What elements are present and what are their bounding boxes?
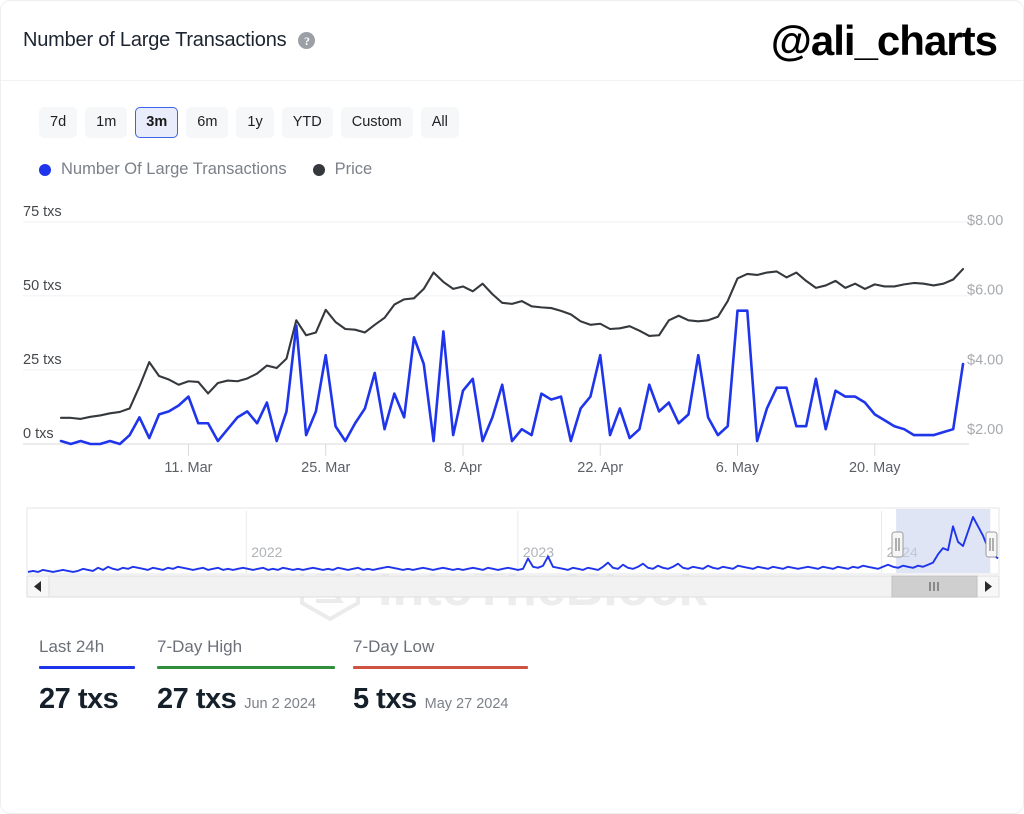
x-axis-tick-label: 11. Mar <box>164 460 212 476</box>
range-button-1y[interactable]: 1y <box>236 107 274 138</box>
card-header: Number of Large Transactions ? @ali_char… <box>1 1 1023 81</box>
stat-rule-7day-high <box>157 666 335 669</box>
stat-value-7day-low: 5 txs <box>353 683 417 715</box>
stat-value-row-7day-high: 27 txs Jun 2 2024 <box>157 683 353 716</box>
x-axis-tick-label: 22. Apr <box>577 460 623 476</box>
range-button-6m[interactable]: 6m <box>186 107 229 138</box>
stat-rule-last-24h <box>39 666 135 669</box>
legend-label-price: Price <box>334 160 373 178</box>
range-button-custom[interactable]: Custom <box>340 107 413 138</box>
range-button-7d[interactable]: 7d <box>39 107 78 138</box>
range-button-ytd[interactable]: YTD <box>281 107 333 138</box>
y-axis-right-tick-label: $6.00 <box>967 283 1003 299</box>
y-axis-right-tick-label: $4.00 <box>967 352 1003 368</box>
range-selector: 7d 1m 3m 6m 1y YTD Custom All <box>1 81 1023 138</box>
x-axis-tick-label: 8. Apr <box>444 460 482 476</box>
stat-label-7day-high: 7-Day High <box>157 637 243 656</box>
y-axis-right-labels: $2.00 $4.00 $6.00 $8.00 <box>967 213 1003 438</box>
navigator-background <box>26 507 1000 575</box>
navigator-year-label: 2022 <box>251 544 282 560</box>
legend-item-transactions[interactable]: Number Of Large Transactions <box>39 160 287 179</box>
stat-value-last-24h: 27 txs <box>39 683 119 715</box>
transactions-line <box>59 309 965 446</box>
x-axis-tick-label: 6. May <box>716 460 760 476</box>
main-chart-svg[interactable]: 0 txs25 txs50 txs75 txs $2.00$4.00$6.00$… <box>1 197 1024 487</box>
chart-card: Number of Large Transactions ? @ali_char… <box>0 0 1024 814</box>
main-chart[interactable]: 0 txs 25 txs 50 txs 75 txs $2.00 $4.00 $6.00 $… <box>1 197 1024 622</box>
range-handle-left[interactable] <box>891 531 904 558</box>
legend-item-price[interactable]: Price <box>312 160 373 179</box>
range-button-3m[interactable]: 3m <box>135 107 179 138</box>
range-handle-right[interactable] <box>985 531 998 558</box>
stat-rule-7day-low <box>353 666 528 669</box>
page-title: Number of Large Transactions <box>23 29 287 51</box>
range-button-all[interactable]: All <box>420 107 459 138</box>
y-axis-left-tick-label: 50 txs <box>23 278 62 294</box>
question-mark-circle-icon[interactable]: ? <box>298 32 316 49</box>
stat-label-last-24h: Last 24h <box>39 637 105 656</box>
stat-last-24h: Last 24h 27 txs <box>39 637 157 716</box>
y-axis-left-tick-label: 75 txs <box>23 204 62 220</box>
legend-dot-icon-transactions <box>39 163 51 176</box>
y-axis-left-tick-label: 0 txs <box>23 426 54 442</box>
range-button-1m[interactable]: 1m <box>85 107 128 138</box>
navigator-selected-range[interactable] <box>896 509 991 573</box>
stat-7day-low: 7-Day Low 5 txs May 27 2024 <box>353 637 553 716</box>
header-title-group: Number of Large Transactions ? <box>23 29 316 52</box>
legend-dot-icon-price <box>312 163 325 176</box>
x-axis-tick-label: 20. May <box>849 460 901 476</box>
navigator-scrollbar-track[interactable] <box>26 575 1000 598</box>
chart-gridlines <box>23 221 969 445</box>
y-axis-left-labels: 0 txs 25 txs 50 txs 75 txs <box>23 204 62 442</box>
x-axis-labels: 11. Mar 25. Mar 8. Apr 22. Apr 6. May 20. May <box>164 460 901 476</box>
stat-date-7day-low: May 27 2024 <box>424 696 509 712</box>
stat-7day-high: 7-Day High 27 txs Jun 2 2024 <box>157 637 353 716</box>
price-line <box>59 267 965 420</box>
stat-date-7day-high: Jun 2 2024 <box>244 696 316 712</box>
stats-summary: Last 24h 27 txs 7-Day High 27 txs Jun 2 … <box>1 603 1023 716</box>
stat-value-row-7day-low: 5 txs May 27 2024 <box>353 683 553 716</box>
chart-navigator[interactable]: 202220232024 <box>1 503 1024 603</box>
y-axis-right-tick-label: $8.00 <box>967 213 1003 229</box>
legend-label-transactions: Number Of Large Transactions <box>61 160 287 178</box>
author-handle-watermark: @ali_charts <box>770 16 998 64</box>
stat-value-7day-high: 27 txs <box>157 683 237 715</box>
navigator-svg[interactable]: 202220232024 <box>1 503 1024 603</box>
stat-value-row-last-24h: 27 txs <box>39 683 157 716</box>
chart-x-tickmarks <box>187 444 876 456</box>
y-axis-left-tick-label: 25 txs <box>23 352 62 368</box>
stat-label-7day-low: 7-Day Low <box>353 637 435 656</box>
y-axis-right-tick-label: $2.00 <box>967 422 1003 438</box>
chart-legend: Number Of Large Transactions Price <box>1 138 1023 179</box>
x-axis-tick-label: 25. Mar <box>301 460 350 476</box>
